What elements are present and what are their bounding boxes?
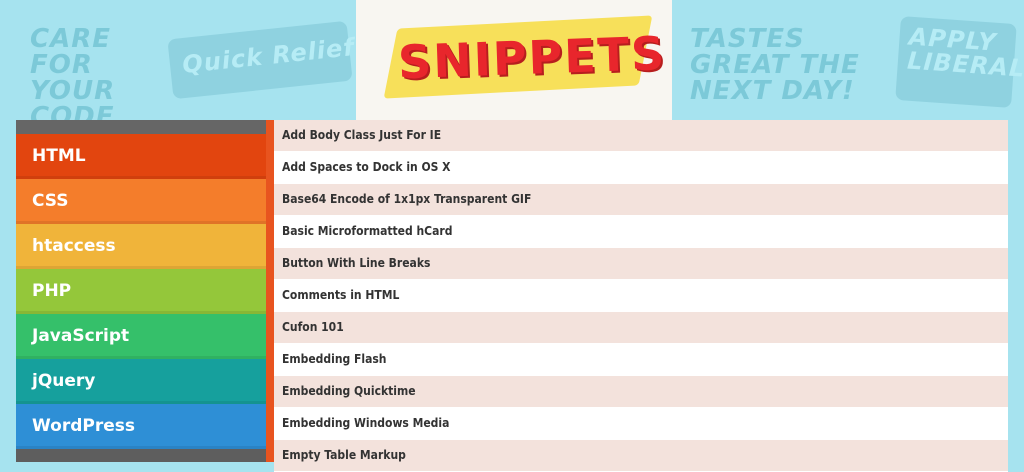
nav-item-css[interactable]: CSS [16, 179, 266, 224]
snippet-link[interactable]: Embedding Windows Media [274, 408, 1008, 440]
stamp-apply-text: APPLY LIBERALLY [906, 22, 1024, 85]
snippet-link[interactable]: Comments in HTML [274, 280, 1008, 312]
snippet-link[interactable]: Base64 Encode of 1x1px Transparent GIF [274, 184, 1008, 216]
snippet-link[interactable]: Add Body Class Just For IE [274, 120, 1008, 152]
nav-item-php[interactable]: PHP [16, 269, 266, 314]
site-logo[interactable]: SNIPPETS [397, 24, 667, 93]
snippet-link[interactable]: Button With Line Breaks [274, 248, 1008, 280]
nav-item-html[interactable]: HTML [16, 134, 266, 179]
category-sidebar: HTML CSS htaccess PHP JavaScript jQuery … [16, 120, 266, 462]
snippet-list: Add Body Class Just For IE Add Spaces to… [274, 120, 1008, 472]
snippet-link[interactable]: Add Spaces to Dock in OS X [274, 152, 1008, 184]
orange-divider [266, 120, 274, 462]
snippet-link[interactable]: Basic Microformatted hCard [274, 216, 1008, 248]
stamp-care-text: CARE FOR YOUR CODE [30, 24, 116, 132]
snippet-link[interactable]: Cufon 101 [274, 312, 1008, 344]
stamp-tastes-text: TASTES GREAT THE NEXT DAY! [690, 24, 860, 106]
sidebar-cap [16, 120, 266, 134]
content-area: HTML CSS htaccess PHP JavaScript jQuery … [16, 120, 1008, 472]
nav-item-htaccess[interactable]: htaccess [16, 224, 266, 269]
nav-item-wordpress[interactable]: WordPress [16, 404, 266, 449]
nav-item-jquery[interactable]: jQuery [16, 359, 266, 404]
snippet-link[interactable]: Embedding Quicktime [274, 376, 1008, 408]
snippet-link[interactable]: Empty Table Markup [274, 440, 1008, 472]
nav-item-javascript[interactable]: JavaScript [16, 314, 266, 359]
snippet-link[interactable]: Embedding Flash [274, 344, 1008, 376]
